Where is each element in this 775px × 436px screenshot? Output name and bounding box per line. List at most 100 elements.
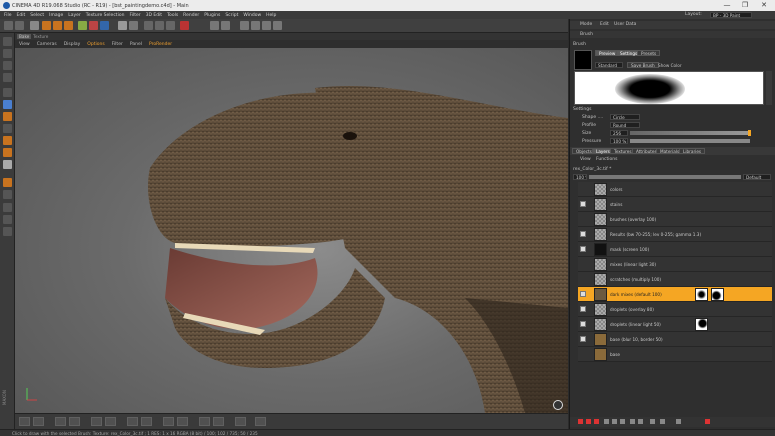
- menu-plugins[interactable]: Plugins: [204, 13, 220, 18]
- pressure-field[interactable]: 100 %: [610, 138, 628, 144]
- viewport-menu-panel[interactable]: Panel: [130, 42, 142, 47]
- layer-row[interactable]: brushes (overlay 100): [578, 212, 772, 227]
- save-brush-button[interactable]: Save Brush: [627, 62, 659, 68]
- bottom-tool-1-icon[interactable]: [19, 417, 30, 426]
- clone-tool-icon[interactable]: [3, 148, 12, 157]
- paint-tool-icon[interactable]: [3, 100, 12, 109]
- layer-visibility-icon[interactable]: [580, 291, 586, 297]
- pressure-slider[interactable]: [630, 139, 750, 143]
- bottom-tool-3-icon[interactable]: [55, 417, 66, 426]
- layer-mask-thumbnail[interactable]: [695, 288, 708, 301]
- layer-row[interactable]: mixes (linear light 30): [578, 257, 772, 272]
- edges-mode-icon[interactable]: [3, 124, 12, 133]
- new-mask-icon[interactable]: [594, 419, 599, 424]
- merge-layer-icon[interactable]: [612, 419, 617, 424]
- menu-texture-selection[interactable]: Texture Selection: [86, 13, 125, 18]
- live-selection-icon[interactable]: [30, 21, 39, 30]
- layer-visibility-icon[interactable]: [580, 231, 586, 237]
- bottom-tool-13-icon[interactable]: [235, 417, 246, 426]
- bottom-tool-7-icon[interactable]: [127, 417, 138, 426]
- layer-visibility-icon[interactable]: [580, 336, 586, 342]
- viewport-menu-prorender[interactable]: ProRender: [149, 42, 172, 47]
- layer-row[interactable]: scratches (multiply 100): [578, 272, 772, 287]
- new-folder-icon[interactable]: [586, 419, 591, 424]
- mirror-icon[interactable]: [251, 21, 260, 30]
- points-mode-icon[interactable]: [3, 88, 12, 97]
- show-color-checkbox[interactable]: Show Color: [658, 63, 682, 68]
- bottom-tool-9-icon[interactable]: [163, 417, 174, 426]
- layer-options-icon[interactable]: [630, 419, 635, 424]
- object-mode-icon[interactable]: [3, 49, 12, 58]
- 3d-viewport[interactable]: [15, 48, 568, 413]
- opacity-slider[interactable]: [589, 175, 741, 179]
- viewport-menu-display[interactable]: Display: [64, 42, 81, 47]
- axis-y-icon[interactable]: [89, 21, 98, 30]
- layout-dropdown[interactable]: BP - 3D Paint: [710, 12, 752, 18]
- layer-menu-view[interactable]: View: [580, 157, 591, 162]
- layer-row[interactable]: base: [578, 347, 772, 362]
- menu-script[interactable]: Script: [225, 13, 238, 18]
- attr-menu-mode[interactable]: Mode: [580, 22, 592, 27]
- brush-thumbnail[interactable]: [574, 50, 592, 70]
- brush-type-dropdown[interactable]: Standard: [595, 62, 623, 68]
- size-slider[interactable]: [630, 131, 750, 135]
- size-field[interactable]: 256: [610, 130, 628, 136]
- bottom-tool-10-icon[interactable]: [177, 417, 188, 426]
- projection-paint-icon[interactable]: [240, 21, 249, 30]
- layer-row[interactable]: colors: [578, 182, 772, 197]
- navigation-gizmo-icon[interactable]: [553, 400, 563, 410]
- menu-window[interactable]: Window: [243, 13, 261, 18]
- profile-dropdown[interactable]: Round: [610, 122, 640, 128]
- layer-menu-functions[interactable]: Functions: [596, 157, 618, 162]
- grid-icon[interactable]: [210, 21, 219, 30]
- layer-row[interactable]: base (blur 10, border 50): [578, 332, 772, 347]
- smudge-tool-icon[interactable]: [3, 160, 12, 169]
- lock-layer-icon[interactable]: [620, 419, 625, 424]
- rotate-icon[interactable]: [64, 21, 73, 30]
- fill-tool-icon[interactable]: [3, 136, 12, 145]
- layer-visibility-icon[interactable]: [580, 201, 586, 207]
- undo-icon[interactable]: [4, 21, 13, 30]
- maximize-button[interactable]: ❐: [738, 1, 752, 10]
- menu-select[interactable]: Select: [30, 13, 44, 18]
- layer-visibility-icon[interactable]: [580, 321, 586, 327]
- layer-visibility-icon[interactable]: [580, 306, 586, 312]
- axis-x-icon[interactable]: [78, 21, 87, 30]
- minimize-button[interactable]: —: [720, 1, 734, 10]
- bottom-tool-6-icon[interactable]: [105, 417, 116, 426]
- tab-texture[interactable]: Texture: [31, 34, 50, 39]
- snap-icon[interactable]: [3, 203, 12, 212]
- layer-visibility-icon[interactable]: [580, 246, 586, 252]
- layer-row[interactable]: droplets (overlay 80): [578, 302, 772, 317]
- layer-row-selected[interactable]: dark mixes (default 100): [578, 287, 772, 302]
- menu-image[interactable]: Image: [49, 13, 63, 18]
- attr-menu-user-data[interactable]: User Data: [614, 22, 636, 27]
- layer-mask-thumbnail[interactable]: [695, 318, 708, 331]
- menu-render[interactable]: Render: [183, 13, 199, 18]
- attr-menu-edit[interactable]: Edit: [600, 22, 609, 27]
- opacity-field[interactable]: 100 %: [573, 174, 587, 180]
- redo-icon[interactable]: [15, 21, 24, 30]
- viewport-menu-filter[interactable]: Filter: [112, 42, 123, 47]
- paint-brush-icon[interactable]: [118, 21, 127, 30]
- duplicate-layer-icon[interactable]: [604, 419, 609, 424]
- delete-layer-icon[interactable]: [705, 419, 710, 424]
- menu-3d-edit[interactable]: 3D Edit: [146, 13, 162, 18]
- bottom-tool-2-icon[interactable]: [33, 417, 44, 426]
- bottom-tool-11-icon[interactable]: [199, 417, 210, 426]
- bottom-tool-5-icon[interactable]: [91, 417, 102, 426]
- layer-row[interactable]: Results (bw 70-255; lev 0-255; gamma 1.3…: [578, 227, 772, 242]
- tab-bake[interactable]: Bake: [17, 34, 32, 39]
- color-swatch-icon[interactable]: [3, 178, 12, 187]
- eraser-icon[interactable]: [129, 21, 138, 30]
- viewport-menu-options[interactable]: Options: [87, 42, 104, 47]
- menu-layer[interactable]: Layer: [68, 13, 81, 18]
- layer-row[interactable]: droplets (linear light 50): [578, 317, 772, 332]
- shape-dropdown[interactable]: Circle: [610, 114, 640, 120]
- menu-help[interactable]: Help: [266, 13, 276, 18]
- move-icon[interactable]: [42, 21, 51, 30]
- layer-row[interactable]: mask (screen 100): [578, 242, 772, 257]
- scale-icon[interactable]: [53, 21, 62, 30]
- viewport-menu-view[interactable]: View: [19, 42, 30, 47]
- new-layer-icon[interactable]: [578, 419, 583, 424]
